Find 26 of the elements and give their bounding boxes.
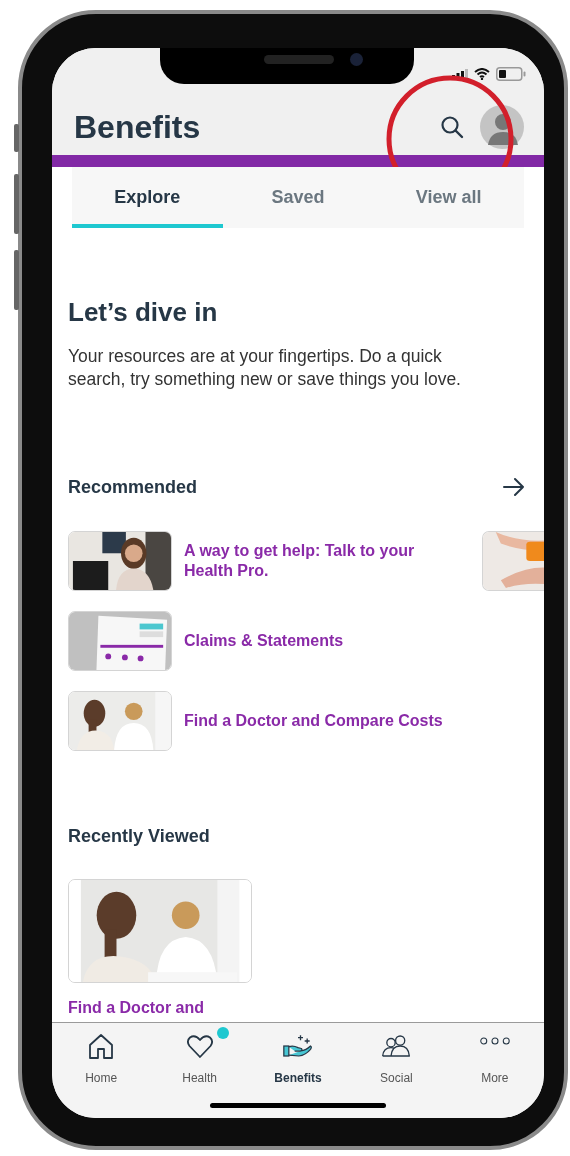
more-icon: [479, 1037, 510, 1045]
avatar-icon[interactable]: [480, 105, 524, 149]
article-link[interactable]: Find a Doctor and Compare Costs: [184, 711, 454, 731]
people-icon: [381, 1032, 412, 1060]
nav-tab[interactable]: Benefits: [248, 1023, 348, 1118]
nav-tab[interactable]: Social: [347, 1023, 446, 1118]
heart-icon: [184, 1032, 215, 1060]
section-heading: Let’s dive in: [68, 296, 219, 328]
hand-sparkles-icon: [283, 1032, 313, 1060]
article-link[interactable]: A way to get help: Talk to your Health Pro.: [184, 541, 454, 581]
section-title: Recently Viewed: [68, 825, 211, 847]
search-icon[interactable]: [440, 115, 464, 139]
wifi-icon: [474, 68, 490, 80]
nav-tab[interactable]: More: [445, 1023, 544, 1118]
nav-tab[interactable]: Health: [150, 1023, 249, 1118]
tab[interactable]: View all: [373, 167, 524, 228]
page-title: Benefits: [74, 108, 202, 147]
tab[interactable]: Saved: [222, 167, 374, 228]
article-link[interactable]: Claims & Statements: [184, 631, 454, 651]
intro-text: Your resources are at your fingertips. Do a quick search, try something new or save things you love.: [68, 345, 462, 391]
tab[interactable]: Explore: [72, 167, 223, 228]
article-link[interactable]: Find a Doctor and: [68, 998, 544, 1018]
nav-tab[interactable]: Home: [52, 1023, 151, 1118]
arrow-right-icon[interactable]: [502, 475, 526, 499]
battery-icon: [496, 67, 526, 81]
section-title: Recommended: [68, 476, 198, 498]
